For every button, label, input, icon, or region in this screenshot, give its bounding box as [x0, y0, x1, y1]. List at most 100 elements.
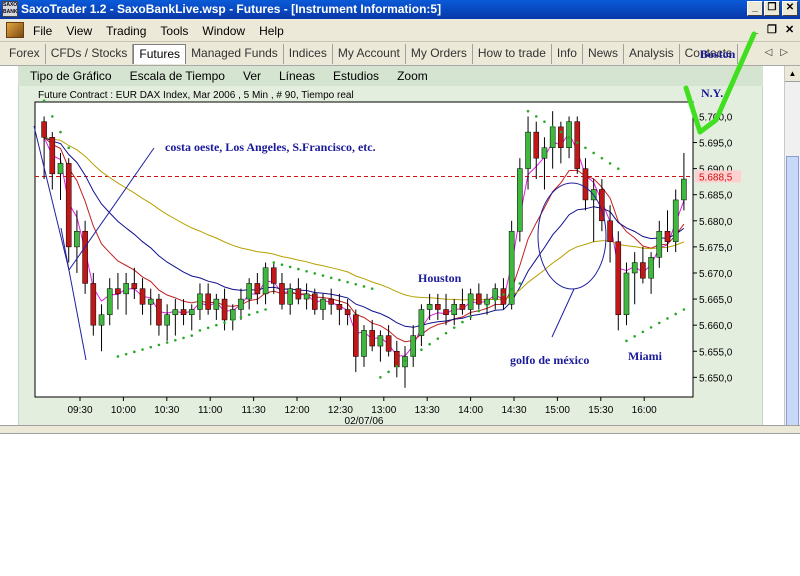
sar-dot [674, 312, 677, 316]
sar-dot [206, 326, 210, 330]
sar-dot [280, 263, 284, 267]
y-tick-label: 5.680,0 [699, 217, 733, 228]
sar-dot [387, 370, 390, 374]
candle-body [82, 230, 88, 284]
x-tick-label: 11:30 [241, 405, 266, 416]
sar-dot [313, 272, 317, 275]
candle-body [180, 309, 187, 315]
sar-dot [370, 287, 374, 290]
x-tick-label: 09:30 [67, 405, 92, 416]
sar-dot [526, 109, 530, 113]
candle-body [631, 262, 638, 274]
sar-dot [493, 298, 497, 302]
candle-body [57, 163, 64, 175]
candle-body [361, 330, 367, 357]
sar-dot [354, 282, 358, 286]
candle-body [500, 288, 507, 305]
candle-body [451, 304, 458, 315]
candle-body [123, 283, 129, 295]
candle-body [426, 304, 433, 310]
chart-svg: Future Contract : EUR DAX Index, Mar 200… [33, 31, 757, 427]
candle-body [558, 126, 564, 148]
candle-body [279, 283, 285, 305]
candle-body [131, 283, 138, 289]
sar-dot [182, 336, 185, 340]
candle-body [418, 309, 425, 336]
sar-dot [616, 167, 620, 170]
candle-body [656, 230, 663, 258]
sar-dot [305, 269, 308, 273]
candle-body [353, 314, 359, 357]
candle-body [213, 298, 220, 310]
annotation-houston: Houston [418, 271, 462, 285]
y-tick-label: 5.675,0 [699, 243, 733, 254]
sar-dot [338, 278, 341, 282]
candle-body [476, 293, 482, 305]
sar-dot [682, 308, 686, 311]
sar-dot [551, 125, 554, 129]
annotation-n-y-: N.Y. [701, 86, 723, 100]
sar-dot [329, 276, 333, 280]
candle-body [672, 199, 679, 242]
x-tick-label: 15:00 [545, 405, 570, 416]
sar-dot [247, 313, 251, 317]
candle-body [311, 293, 318, 310]
candle-body [188, 309, 195, 315]
sar-dot [428, 342, 431, 346]
candle-body [246, 283, 252, 300]
x-tick-label: 11:00 [198, 405, 223, 416]
sar-dot [379, 376, 382, 379]
y-tick-label: 5.670,0 [699, 269, 733, 280]
x-tick-label: 10:30 [154, 405, 179, 416]
candle-body [459, 304, 466, 310]
candle-body [607, 220, 613, 242]
candle-body [205, 293, 211, 310]
sar-dot [403, 359, 407, 363]
sar-dot [649, 326, 653, 329]
sar-dot [592, 151, 595, 155]
y-tick-label: 5.685,0 [699, 191, 733, 202]
candle-body [369, 330, 375, 347]
sar-dot [59, 130, 62, 134]
sar-dot [575, 141, 579, 144]
candle-body [377, 335, 384, 347]
candle-body [566, 121, 572, 148]
sar-dot [256, 310, 259, 314]
y-tick-label: 5.650,0 [699, 373, 733, 384]
sar-dot [666, 317, 669, 320]
annotation-boston: Boston [700, 47, 736, 61]
candle-body [106, 288, 113, 315]
sar-dot [272, 261, 276, 264]
x-tick-label: 10:00 [111, 405, 136, 416]
sar-dot [436, 337, 440, 340]
sar-dot [264, 308, 267, 311]
candle-body [197, 293, 203, 310]
sar-dot [567, 136, 571, 139]
candle-body [467, 293, 474, 310]
annotation-miami: Miami [628, 349, 663, 363]
sar-dot [231, 318, 235, 322]
sar-dot [518, 282, 522, 285]
candle-body [270, 267, 277, 284]
candle-body [336, 304, 343, 310]
sar-dot [502, 293, 505, 296]
sar-dot [395, 364, 399, 368]
date-label: 02/07/06 [345, 416, 384, 427]
candle-body [615, 241, 622, 315]
sar-dot [165, 341, 169, 344]
sar-dot [469, 315, 472, 318]
sar-dot [174, 338, 177, 342]
sar-dot [239, 316, 243, 319]
sar-dot [149, 345, 153, 349]
sar-dot [288, 265, 292, 269]
y-tick-label: 5.655,0 [699, 347, 733, 358]
candle-body [549, 126, 556, 148]
sar-dot [141, 348, 144, 351]
candle-body [508, 230, 515, 305]
candle-body [320, 298, 326, 310]
candle-body [74, 230, 80, 248]
sar-dot [133, 350, 136, 354]
sar-dot [485, 304, 489, 307]
sar-dot [42, 99, 46, 103]
sar-dot [641, 330, 645, 334]
